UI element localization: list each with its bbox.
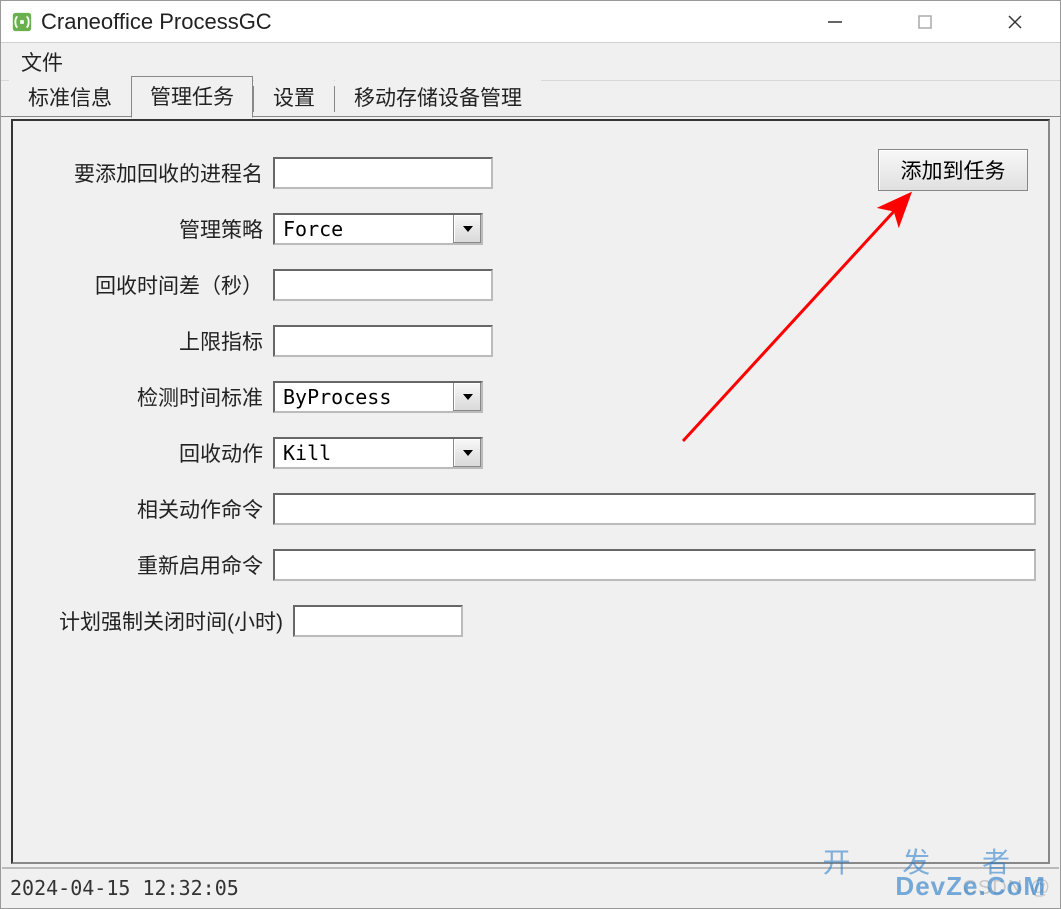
force-close-input[interactable] [293,605,463,637]
process-name-input[interactable] [273,157,493,189]
app-icon [11,11,33,33]
add-to-task-button[interactable]: 添加到任务 [878,149,1028,191]
process-name-label: 要添加回收的进程名 [13,158,273,188]
tab-manage-tasks[interactable]: 管理任务 [131,76,253,118]
menu-file[interactable]: 文件 [13,43,71,81]
strategy-combo[interactable]: Force [273,213,483,245]
maximize-button[interactable] [880,1,970,42]
detect-std-label: 检测时间标准 [13,382,273,412]
window-title: Craneoffice ProcessGC [41,9,790,35]
related-cmd-input[interactable] [273,493,1036,525]
action-label: 回收动作 [13,438,273,468]
detect-std-combo[interactable]: ByProcess [273,381,483,413]
action-value: Kill [275,441,453,465]
tabstrip: 标准信息 管理任务 设置 移动存储设备管理 [1,81,1060,117]
interval-label: 回收时间差（秒） [13,270,273,300]
detect-std-value: ByProcess [275,385,453,409]
force-close-label: 计划强制关闭时间(小时) [13,606,293,636]
status-datetime: 2024-04-15 12:32:05 [10,876,239,900]
close-button[interactable] [970,1,1060,42]
window-controls [790,1,1060,42]
minimize-button[interactable] [790,1,880,42]
statusbar: 2024-04-15 12:32:05 CSDN @ [2,867,1059,907]
form-panel: 添加到任务 要添加回收的进程名 管理策略 Force [11,119,1050,864]
strategy-label: 管理策略 [13,214,273,244]
tab-settings[interactable]: 设置 [254,77,334,118]
chevron-down-icon[interactable] [453,439,481,467]
interval-input[interactable] [273,269,493,301]
upper-limit-input[interactable] [273,325,493,357]
titlebar: Craneoffice ProcessGC [1,1,1060,43]
related-cmd-label: 相关动作命令 [13,494,273,524]
csdn-watermark: CSDN @ [962,877,1051,900]
tab-standard-info[interactable]: 标准信息 [9,77,131,118]
tab-mobile-storage[interactable]: 移动存储设备管理 [335,77,541,118]
chevron-down-icon[interactable] [453,215,481,243]
upper-limit-label: 上限指标 [13,326,273,356]
action-combo[interactable]: Kill [273,437,483,469]
reenable-cmd-label: 重新启用命令 [13,550,273,580]
chevron-down-icon[interactable] [453,383,481,411]
strategy-value: Force [275,217,453,241]
reenable-cmd-input[interactable] [273,549,1036,581]
